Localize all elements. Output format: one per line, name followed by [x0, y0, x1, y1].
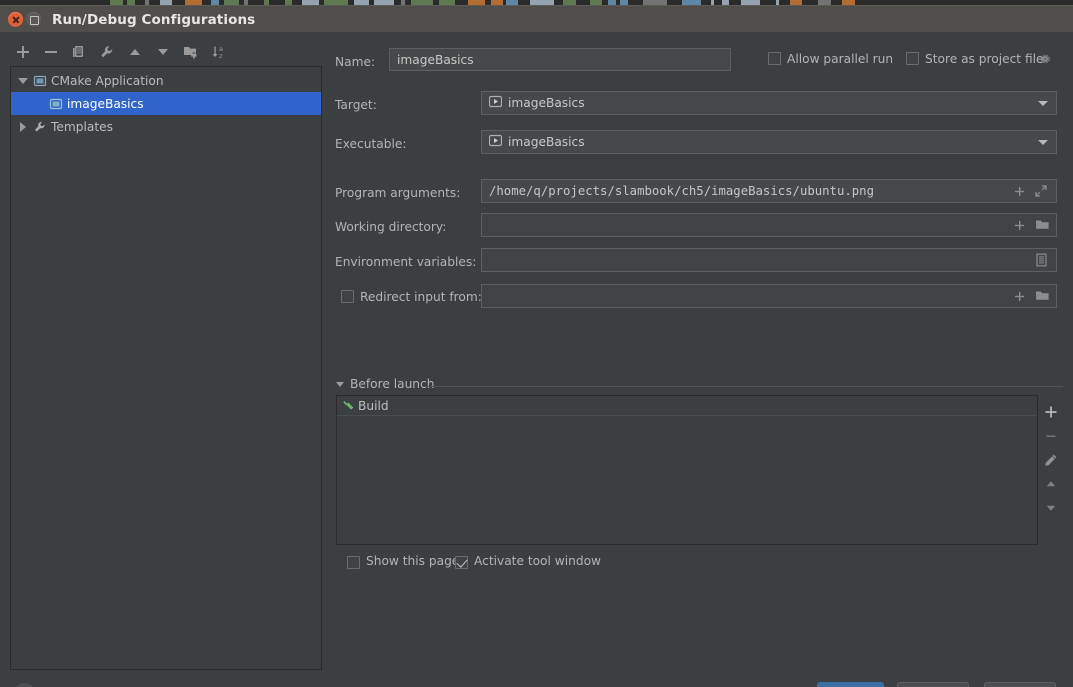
store-as-project-file-checkbox[interactable] — [906, 52, 919, 65]
expand-editor-icon[interactable] — [1032, 182, 1050, 200]
program-arguments-value: /home/q/projects/slambook/ch5/imageBasic… — [489, 184, 874, 198]
tree-node-imagebasics[interactable]: imageBasics — [11, 92, 321, 115]
executable-value: imageBasics — [508, 135, 585, 149]
remove-configuration-button[interactable] — [39, 40, 63, 64]
redirect-input-label: Redirect input from: — [360, 290, 482, 304]
move-down-button[interactable] — [151, 40, 175, 64]
move-task-up-button[interactable] — [1040, 472, 1062, 496]
before-launch-title: Before launch — [350, 377, 435, 391]
program-arguments-label: Program arguments: — [335, 186, 461, 200]
activate-tool-window-label: Activate tool window — [474, 554, 602, 568]
program-arguments-input[interactable]: /home/q/projects/slambook/ch5/imageBasic… — [481, 179, 1057, 203]
tree-node-label: imageBasics — [67, 96, 144, 111]
run-target-icon — [488, 95, 503, 111]
window-close-icon[interactable] — [8, 12, 23, 27]
move-task-down-button[interactable] — [1040, 496, 1062, 520]
remove-task-button[interactable] — [1040, 424, 1062, 448]
chevron-right-icon[interactable] — [15, 115, 31, 138]
configurations-toolbar: a z — [8, 40, 318, 66]
name-label: Name: — [335, 55, 376, 69]
executable-label: Executable: — [335, 137, 407, 151]
tree-node-label: CMake Application — [51, 73, 164, 88]
dialog-body: a z CMake Application imageBasics Templa… — [0, 32, 1073, 687]
before-launch-side-toolbar — [1039, 395, 1063, 545]
working-directory-input[interactable] — [481, 213, 1057, 237]
add-task-button[interactable] — [1040, 400, 1062, 424]
run-target-icon — [488, 134, 503, 150]
allow-parallel-run-checkbox[interactable] — [768, 52, 781, 65]
redirect-input-path-input[interactable] — [481, 284, 1057, 308]
before-launch-task-label: Build — [358, 398, 389, 413]
tree-node-templates[interactable]: Templates — [11, 115, 321, 138]
run-debug-configurations-dialog: Run/Debug Configurations a z CMake Appli… — [0, 0, 1073, 687]
svg-text:z: z — [219, 52, 223, 60]
hammer-icon — [342, 399, 358, 412]
window-maximize-icon[interactable] — [26, 12, 41, 27]
store-as-project-file-label: Store as project file — [925, 52, 1044, 66]
before-launch-task-row[interactable]: Build — [337, 396, 1037, 416]
configurations-tree[interactable]: CMake Application imageBasics Templates — [10, 66, 322, 670]
tree-node-cmake-application[interactable]: CMake Application — [11, 69, 321, 92]
browse-folder-icon[interactable] — [1033, 287, 1051, 305]
target-combobox[interactable]: imageBasics — [481, 91, 1057, 115]
edit-templates-button[interactable] — [95, 40, 119, 64]
tree-node-label: Templates — [51, 119, 113, 134]
insert-macro-icon[interactable] — [1010, 216, 1028, 234]
target-value: imageBasics — [508, 96, 585, 110]
close-button[interactable]: Close — [897, 682, 969, 687]
add-configuration-button[interactable] — [11, 40, 35, 64]
browse-folder-icon[interactable] — [1033, 216, 1051, 234]
insert-macro-icon[interactable] — [1010, 287, 1028, 305]
show-this-page-checkbox[interactable] — [347, 556, 360, 569]
chevron-down-icon[interactable] — [1038, 101, 1048, 106]
insert-macro-icon[interactable] — [1010, 182, 1028, 200]
chevron-down-icon[interactable] — [15, 69, 31, 92]
name-input-value: imageBasics — [397, 52, 474, 67]
working-directory-label: Working directory: — [335, 220, 447, 234]
ok-button[interactable]: OK — [817, 682, 884, 687]
cmake-application-icon — [31, 74, 49, 88]
sort-configurations-button[interactable]: a z — [207, 40, 231, 64]
before-launch-task-list[interactable]: Build — [336, 395, 1038, 545]
move-up-button[interactable] — [123, 40, 147, 64]
chevron-down-icon[interactable] — [1038, 140, 1048, 145]
name-input[interactable]: imageBasics — [389, 48, 731, 71]
environment-variables-input[interactable] — [481, 248, 1057, 272]
help-button[interactable]: ? — [14, 683, 35, 687]
show-this-page-label: Show this page — [366, 554, 460, 568]
environment-variables-label: Environment variables: — [335, 255, 477, 269]
redirect-input-checkbox[interactable] — [341, 290, 354, 303]
edit-variables-icon[interactable] — [1032, 251, 1050, 269]
new-folder-button[interactable] — [179, 40, 203, 64]
window-titlebar: Run/Debug Configurations — [0, 5, 1073, 32]
gear-icon[interactable] — [1037, 51, 1053, 67]
apply-button[interactable]: Apply — [984, 682, 1056, 687]
chevron-down-icon[interactable] — [336, 381, 344, 387]
wrench-icon — [31, 120, 49, 134]
target-label: Target: — [335, 98, 377, 112]
copy-configuration-button[interactable] — [67, 40, 91, 64]
before-launch-header[interactable]: Before launch — [336, 377, 434, 391]
edit-task-button[interactable] — [1040, 448, 1062, 472]
executable-combobox[interactable]: imageBasics — [481, 130, 1057, 154]
configuration-form: Name: imageBasics Allow parallel run Sto… — [333, 40, 1063, 670]
before-launch-divider — [425, 386, 1063, 387]
run-configuration-icon — [47, 97, 65, 111]
window-title: Run/Debug Configurations — [52, 12, 256, 28]
allow-parallel-run-label: Allow parallel run — [787, 52, 894, 66]
activate-tool-window-checkbox[interactable] — [455, 556, 468, 569]
